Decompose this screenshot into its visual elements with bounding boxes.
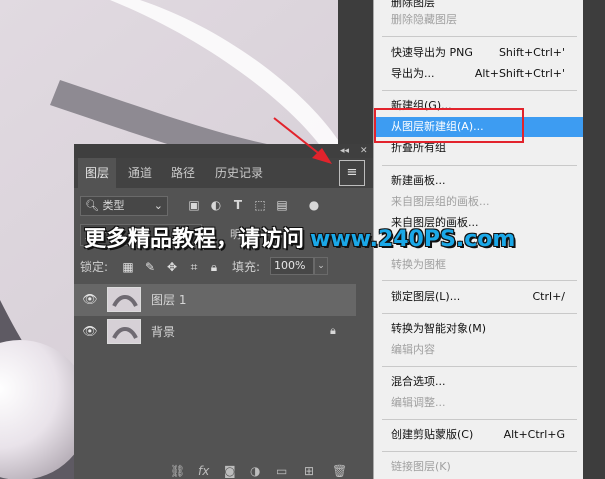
layer-thumbnail [107,319,141,344]
new-group-icon[interactable]: ▭ [276,463,287,479]
adjustment-layer-icon[interactable]: ◑ [250,463,260,479]
filter-kind-label: 类型 [102,199,125,212]
lock-all-icon[interactable]: 🔒︎ [206,256,222,278]
filter-toggle-icon[interactable]: ● [306,197,322,213]
new-layer-icon[interactable]: ⊞ [304,463,314,479]
menu-item-new-artboard[interactable]: 新建画板... [374,171,583,191]
menu-item-create-clipping-mask[interactable]: 创建剪贴蒙版(C) Alt+Ctrl+G [374,425,583,445]
add-mask-icon[interactable]: ◙ [224,463,236,479]
layer-thumbnail [107,287,141,312]
layer-row-background[interactable]: 👁︎ 背景 🔒︎ [74,316,356,348]
layers-panel: ◂◂ ✕ 图层 通道 路径 历史记录 ≡ 🔍︎ 类型 ⌄ ▣ ◐ T ⬚ ▤ ●… [74,144,374,479]
menu-separator [382,451,577,452]
filter-adjustment-icon[interactable]: ◐ [208,197,224,213]
lock-icon: 🔒︎ [330,324,336,337]
lock-position-icon[interactable]: ✥ [164,256,180,278]
menu-separator [382,419,577,420]
menu-item-edit-adjustment[interactable]: 编辑调整... [374,393,583,413]
tab-history[interactable]: 历史记录 [206,158,272,188]
menu-item-convert-to-frame[interactable]: 转换为图框 [374,255,583,275]
lock-row: 锁定: ▦ ✎ ✥ ⌗ 🔒︎ 填充: 100% ⌄ [80,256,370,278]
lock-artboard-icon[interactable]: ⌗ [186,256,202,278]
eye-icon[interactable]: 👁︎ [82,325,98,337]
panel-tabs: 图层 通道 路径 历史记录 [74,158,374,188]
menu-item-delete-hidden-layers[interactable]: 删除隐藏图层 [374,10,583,30]
search-icon: 🔍︎ [85,199,99,212]
link-layers-icon[interactable]: ⛓ [170,463,185,479]
layer-filter-row: 🔍︎ 类型 ⌄ ▣ ◐ T ⬚ ▤ ● [78,194,370,218]
menu-separator [382,165,577,166]
trash-icon[interactable]: 🗑︎ [332,463,347,479]
watermark: 更多精品教程，请访问 www.240PS.com [84,226,515,254]
layer-name: 背景 [151,325,176,339]
menu-item-blending-options[interactable]: 混合选项... [374,372,583,392]
menu-item-lock-layers[interactable]: 锁定图层(L)... Ctrl+/ [374,287,583,307]
panel-title-bar[interactable]: ◂◂ ✕ [74,144,374,158]
close-panel-icon[interactable]: ✕ [360,145,368,157]
layer-name: 图层 1 [151,293,187,307]
chevron-down-icon[interactable]: ⌄ [314,257,328,275]
hamburger-icon: ≡ [346,165,358,180]
eye-icon[interactable]: 👁︎ [82,293,98,305]
layer-row-1[interactable]: 👁︎ 图层 1 [74,284,356,316]
filter-type-icon[interactable]: T [230,197,246,213]
menu-item-export-as[interactable]: 导出为... Alt+Shift+Ctrl+' [374,64,583,84]
filter-pixel-icon[interactable]: ▣ [186,197,202,213]
fill-label: 填充: [232,260,261,274]
lock-label: 锁定: [80,260,109,274]
menu-item-quick-export-png[interactable]: 快速导出为 PNG Shift+Ctrl+' [374,43,583,63]
tab-layers[interactable]: 图层 [78,158,116,188]
filter-smart-object-icon[interactable]: ▤ [274,197,290,213]
menu-item-edit-contents[interactable]: 编辑内容 [374,340,583,360]
tab-paths[interactable]: 路径 [164,158,202,188]
menu-item-artboard-from-group[interactable]: 来自图层组的画板... [374,192,583,212]
filter-shape-icon[interactable]: ⬚ [252,197,268,213]
collapse-panel-icon[interactable]: ◂◂ [340,145,349,157]
watermark-text: 更多精品教程，请访问 [84,227,305,252]
filter-kind-select[interactable]: 🔍︎ 类型 ⌄ [80,196,168,216]
menu-item-convert-smart-object[interactable]: 转换为智能对象(M) [374,319,583,339]
menu-separator [382,280,577,281]
fill-input[interactable]: 100% [270,257,314,275]
panel-menu-button[interactable]: ≡ [339,160,365,186]
tab-channels[interactable]: 通道 [120,158,160,188]
annotation-highlight-box [374,108,524,143]
menu-separator [382,36,577,37]
fx-icon[interactable]: fx [198,463,209,479]
lock-transparent-icon[interactable]: ▦ [120,256,136,278]
chevron-down-icon: ⌄ [153,199,163,212]
watermark-url: www.240PS.com [310,227,516,252]
menu-separator [382,313,577,314]
menu-item-link-layers[interactable]: 链接图层(K) [374,457,583,477]
panel-footer: ⛓ fx ◙ ◑ ▭ ⊞ 🗑︎ [74,462,374,479]
lock-paint-icon[interactable]: ✎ [142,256,158,278]
menu-separator [382,366,577,367]
menu-separator [382,90,577,91]
